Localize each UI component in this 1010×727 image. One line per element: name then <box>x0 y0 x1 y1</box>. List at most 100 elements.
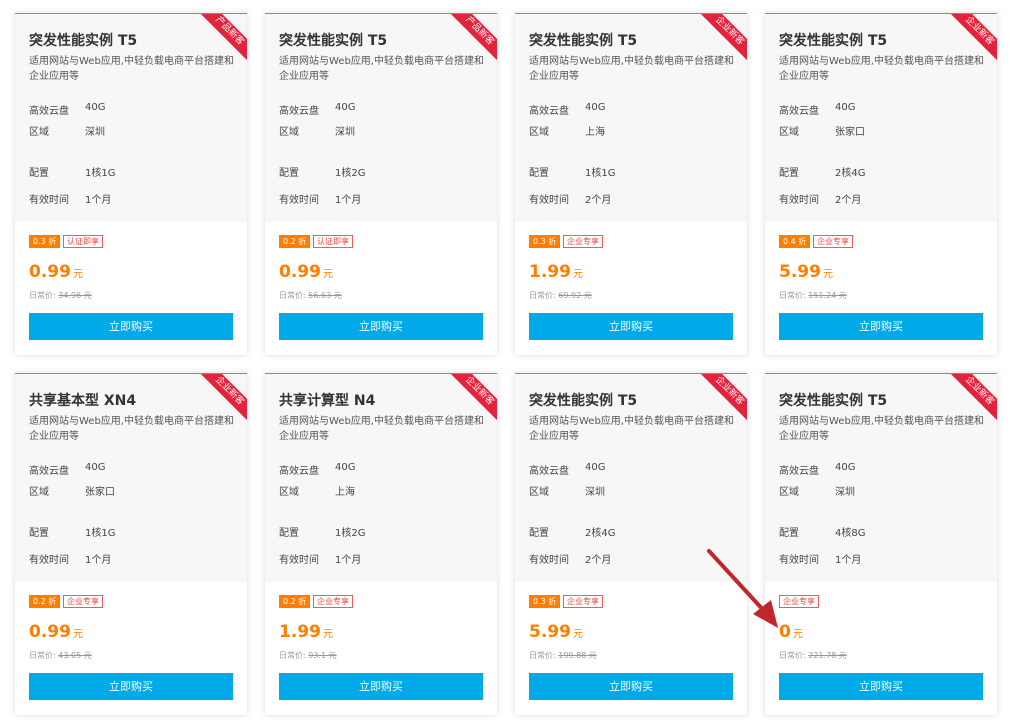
region-label: 区域 <box>779 487 799 498</box>
disk-label: 高效云盘 <box>779 106 819 117</box>
duration-label: 有效时间 <box>29 555 69 566</box>
duration-value: 1个月 <box>335 555 362 566</box>
original-price: 日常价: 93.1 元 <box>279 650 337 661</box>
disk-value: 40G <box>85 462 106 473</box>
product-description: 适用网站与Web应用,中轻负载电商平台搭建和企业应用等 <box>529 56 734 82</box>
duration-value: 1个月 <box>335 195 362 206</box>
config-value: 2核4G <box>835 168 866 179</box>
region-label: 区域 <box>529 487 549 498</box>
original-price-label: 日常价: <box>529 291 556 300</box>
promo-tag: 企业专享 <box>563 235 603 248</box>
original-price-value: 56.63 元 <box>308 291 342 300</box>
promo-tag: 认证即享 <box>313 235 353 248</box>
buy-now-button[interactable]: 立即购买 <box>279 673 483 700</box>
product-description: 适用网站与Web应用,中轻负载电商平台搭建和企业应用等 <box>529 416 734 442</box>
price-unit: 元 <box>322 269 333 280</box>
disk-value: 40G <box>335 102 356 113</box>
config-label: 配置 <box>529 168 549 179</box>
region-value: 深圳 <box>85 127 105 138</box>
price-unit: 元 <box>822 269 833 280</box>
buy-now-button[interactable]: 立即购买 <box>29 673 233 700</box>
discount-badge: 0.3 折 <box>529 235 561 248</box>
original-price: 日常价: 56.63 元 <box>279 290 342 301</box>
discount-badge: 0.3 折 <box>529 595 561 608</box>
buy-now-button[interactable]: 立即购买 <box>529 673 733 700</box>
config-label: 配置 <box>529 528 549 539</box>
region-value: 上海 <box>585 127 605 138</box>
buy-now-button[interactable]: 立即购买 <box>529 313 733 340</box>
product-card: 企业新客 突发性能实例 T5 适用网站与Web应用,中轻负载电商平台搭建和企业应… <box>765 13 997 355</box>
region-value: 张家口 <box>85 487 115 498</box>
product-description: 适用网站与Web应用,中轻负载电商平台搭建和企业应用等 <box>279 416 484 442</box>
price-value: 5.99 <box>529 622 571 642</box>
duration-value: 1个月 <box>835 555 862 566</box>
duration-label: 有效时间 <box>279 195 319 206</box>
config-label: 配置 <box>279 168 299 179</box>
original-price: 日常价: 34.96 元 <box>29 290 92 301</box>
price-unit: 元 <box>322 629 333 640</box>
duration-value: 2个月 <box>585 195 612 206</box>
config-label: 配置 <box>779 528 799 539</box>
duration-label: 有效时间 <box>29 195 69 206</box>
price-value: 1.99 <box>529 262 571 282</box>
config-value: 2核4G <box>585 528 616 539</box>
product-card: 企业新客 突发性能实例 T5 适用网站与Web应用,中轻负载电商平台搭建和企业应… <box>515 373 747 715</box>
region-value: 深圳 <box>835 487 855 498</box>
product-description: 适用网站与Web应用,中轻负载电商平台搭建和企业应用等 <box>779 56 984 82</box>
product-title: 共享基本型 XN4 <box>29 393 137 409</box>
price-unit: 元 <box>792 629 803 640</box>
region-label: 区域 <box>29 127 49 138</box>
config-value: 1核1G <box>85 168 116 179</box>
duration-value: 2个月 <box>585 555 612 566</box>
price-unit: 元 <box>72 629 83 640</box>
price: 0.99 元 <box>279 262 333 282</box>
promo-tag: 企业专享 <box>779 595 819 608</box>
product-card: 企业新客 突发性能实例 T5 适用网站与Web应用,中轻负载电商平台搭建和企业应… <box>765 373 997 715</box>
disk-label: 高效云盘 <box>29 466 69 477</box>
price-value: 0.99 <box>29 622 71 642</box>
duration-label: 有效时间 <box>529 555 569 566</box>
disk-label: 高效云盘 <box>29 106 69 117</box>
original-price: 日常价: 221.78 元 <box>779 650 847 661</box>
discount-badge: 0.2 折 <box>279 595 311 608</box>
disk-value: 40G <box>835 462 856 473</box>
disk-label: 高效云盘 <box>279 106 319 117</box>
disk-value: 40G <box>585 462 606 473</box>
promo-tag: 企业专享 <box>313 595 353 608</box>
original-price-value: 43.05 元 <box>58 651 92 660</box>
product-title: 突发性能实例 T5 <box>779 33 888 49</box>
price: 1.99 元 <box>529 262 583 282</box>
product-title: 突发性能实例 T5 <box>529 393 638 409</box>
price-value: 1.99 <box>279 622 321 642</box>
price: 5.99 元 <box>779 262 833 282</box>
region-value: 上海 <box>335 487 355 498</box>
config-value: 4核8G <box>835 528 866 539</box>
price: 0.99 元 <box>29 622 83 642</box>
original-price: 日常价: 151.24 元 <box>779 290 847 301</box>
original-price-label: 日常价: <box>29 291 56 300</box>
promo-tag: 企业专享 <box>813 235 853 248</box>
original-price-value: 151.24 元 <box>808 291 847 300</box>
product-card: 企业新客 共享计算型 N4 适用网站与Web应用,中轻负载电商平台搭建和企业应用… <box>265 373 497 715</box>
original-price: 日常价: 199.88 元 <box>529 650 597 661</box>
buy-now-button[interactable]: 立即购买 <box>779 673 983 700</box>
duration-value: 1个月 <box>85 555 112 566</box>
disk-label: 高效云盘 <box>529 106 569 117</box>
promo-tag: 企业专享 <box>563 595 603 608</box>
price: 0元 <box>779 622 803 642</box>
duration-label: 有效时间 <box>529 195 569 206</box>
buy-now-button[interactable]: 立即购买 <box>279 313 483 340</box>
price-unit: 元 <box>572 629 583 640</box>
region-value: 深圳 <box>335 127 355 138</box>
disk-value: 40G <box>835 102 856 113</box>
disk-label: 高效云盘 <box>279 466 319 477</box>
product-title: 突发性能实例 T5 <box>529 33 638 49</box>
promo-tag: 企业专享 <box>63 595 103 608</box>
buy-now-button[interactable]: 立即购买 <box>779 313 983 340</box>
price-value: 0 <box>779 622 791 642</box>
product-title: 突发性能实例 T5 <box>279 33 388 49</box>
original-price-value: 199.88 元 <box>558 651 597 660</box>
product-description: 适用网站与Web应用,中轻负载电商平台搭建和企业应用等 <box>29 416 234 442</box>
buy-now-button[interactable]: 立即购买 <box>29 313 233 340</box>
region-label: 区域 <box>279 127 299 138</box>
